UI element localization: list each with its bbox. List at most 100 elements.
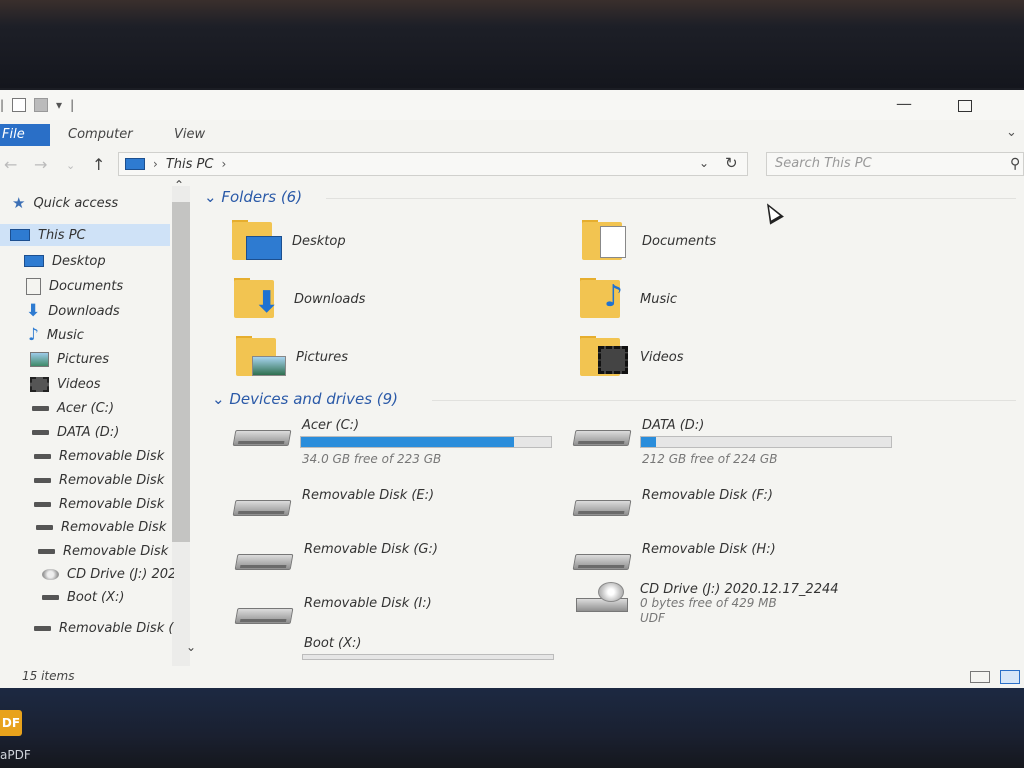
maximize-button[interactable] (958, 100, 972, 112)
downloads-icon: ⬇ (26, 301, 41, 321)
folders-group-header[interactable]: ⌄ Folders (6) (204, 188, 302, 206)
chevron-down-icon[interactable]: ⌄ (204, 188, 217, 206)
sidebar-item-label: CD Drive (J:) 202 (67, 566, 174, 582)
sidebar-item-data-d[interactable]: DATA (D:) (32, 421, 202, 443)
folder-music[interactable]: ♪ Music (580, 274, 677, 324)
refresh-icon[interactable]: ↻ (725, 154, 738, 172)
tab-computer[interactable]: Computer (68, 124, 133, 146)
removable-drive-icon (572, 500, 632, 516)
sidebar-item-label: Documents (49, 278, 124, 294)
folder-label: Videos (640, 349, 684, 365)
sidebar-item-pictures[interactable]: Pictures (30, 348, 200, 370)
expand-ribbon-icon[interactable]: ⌄ (1006, 125, 1017, 140)
breadcrumb[interactable]: This PC (166, 157, 214, 172)
recent-locations-icon[interactable]: ⌄ (66, 159, 75, 172)
folder-pictures[interactable]: Pictures (236, 332, 348, 382)
drive-data-d[interactable]: DATA (D:) 212 GB free of 224 GB (572, 416, 914, 466)
drive-icon (34, 453, 51, 459)
videos-folder-icon (580, 336, 630, 378)
address-field[interactable]: › This PC › ⌄ ↻ (118, 152, 748, 176)
ribbon: File Computer View ⌄ (0, 122, 1024, 146)
sidebar-item-removable-disk[interactable]: Removable Disk (34, 469, 174, 491)
sidebar-item-removable-disk[interactable]: Removable Disk (34, 493, 174, 515)
minimize-button[interactable]: — (896, 94, 912, 114)
customize-toolbar-icon[interactable]: ▾ (56, 98, 62, 112)
star-icon: ★ (12, 194, 26, 212)
large-icons-view-icon[interactable] (1000, 670, 1020, 684)
details-view-icon[interactable] (970, 671, 990, 683)
hard-drive-icon (232, 430, 292, 446)
up-arrow-icon[interactable]: ↑ (92, 155, 105, 174)
sidebar-item-label: DATA (D:) (57, 424, 120, 440)
address-bar: ← → ⌄ ↑ › This PC › ⌄ ↻ Search This PC (0, 150, 1024, 180)
scroll-up-icon[interactable]: ⌃ (174, 178, 184, 192)
item-count: 15 items (22, 669, 75, 683)
search-input[interactable]: Search This PC (766, 152, 1024, 176)
pictures-icon (30, 351, 49, 367)
sidebar-item-quick-access[interactable]: ★ Quick access (12, 192, 182, 214)
sidebar-item-removable-disk[interactable]: Removable Disk (36, 516, 174, 538)
back-arrow-icon[interactable]: ← (4, 155, 17, 174)
chevron-down-icon[interactable]: ⌄ (699, 156, 709, 170)
sidebar-item-this-pc[interactable]: This PC (0, 224, 170, 246)
drive-cd-j[interactable]: CD Drive (J:) 2020.12.17_2244 0 bytes fr… (572, 580, 932, 630)
folder-downloads[interactable]: ⬇ Downloads (234, 274, 365, 324)
downloads-folder-icon: ⬇ (234, 278, 284, 320)
monitor-bezel-top (0, 0, 1024, 88)
content-pane: ⌄ Folders (6) Desktop Documents ⬇ Downlo… (196, 186, 1024, 666)
cd-drive-icon (42, 568, 59, 580)
drive-removable-f[interactable]: Removable Disk (F:) (572, 486, 914, 536)
removable-drive-icon (234, 608, 294, 624)
cd-drive-icon (576, 582, 628, 612)
drive-icon (32, 405, 49, 411)
sidebar-item-acer-c[interactable]: Acer (C:) (32, 397, 202, 419)
folder-documents[interactable]: Documents (582, 216, 716, 266)
sidebar-item-videos[interactable]: Videos (30, 373, 200, 395)
folder-videos[interactable]: Videos (580, 332, 683, 382)
sidebar-item-downloads[interactable]: ⬇ Downloads (26, 300, 196, 322)
sidebar-item-label: Acer (C:) (57, 400, 115, 416)
sidebar-item-label: Removable Disk (59, 472, 165, 488)
folder-label: Music (640, 291, 677, 307)
drive-removable-e[interactable]: Removable Disk (E:) (232, 486, 564, 536)
drive-acer-c[interactable]: Acer (C:) 34.0 GB free of 223 GB (232, 416, 564, 466)
sidebar-item-label: Quick access (33, 195, 119, 211)
sidebar-item-boot-x[interactable]: Boot (X:) (42, 586, 212, 608)
sidebar-item-label: Music (46, 327, 84, 343)
search-icon[interactable]: ⚲ (1010, 156, 1020, 172)
drive-usage-bar (640, 436, 892, 448)
this-pc-icon (125, 158, 145, 170)
drive-icon (34, 501, 51, 507)
new-folder-icon[interactable] (34, 98, 49, 112)
tab-view[interactable]: View (174, 124, 205, 146)
sidebar-item-music[interactable]: ♪ Music (28, 324, 198, 346)
scroll-down-icon[interactable]: ⌄ (186, 640, 196, 654)
drive-removable-g[interactable]: Removable Disk (G:) (234, 540, 566, 590)
pdf-app-icon[interactable]: DF (0, 710, 22, 736)
folder-label: Downloads (294, 291, 366, 307)
tab-file[interactable]: File (0, 124, 50, 146)
sidebar-item-removable-disk[interactable]: Removable Disk (38, 540, 174, 562)
sidebar-item-documents[interactable]: Documents (26, 275, 196, 297)
sidebar-item-label: Boot (X:) (67, 589, 125, 605)
sidebar-item-desktop[interactable]: Desktop (24, 250, 194, 272)
properties-icon[interactable] (12, 98, 27, 112)
documents-folder-icon (582, 220, 632, 262)
chevron-right-icon[interactable]: › (153, 157, 158, 171)
drive-name: Removable Disk (H:) (642, 542, 776, 557)
sidebar-item-cd-drive[interactable]: CD Drive (J:) 202 (42, 563, 174, 585)
sidebar-item-removable-disk[interactable]: Removable Disk ( (34, 617, 184, 639)
folder-label: Documents (642, 233, 717, 249)
folder-desktop[interactable]: Desktop (232, 216, 346, 266)
desktop-folder-icon (232, 220, 282, 262)
hard-drive-icon (572, 430, 632, 446)
devices-group-header[interactable]: ⌄ Devices and drives (9) (212, 390, 398, 408)
desktop-icon (24, 255, 44, 267)
sidebar-item-removable-disk[interactable]: Removable Disk (34, 445, 174, 467)
sidebar-item-label: This PC (38, 227, 86, 243)
chevron-down-icon[interactable]: ⌄ (212, 390, 225, 408)
forward-arrow-icon[interactable]: → (34, 155, 47, 174)
sidebar-item-label: Removable Disk (63, 543, 169, 559)
chevron-right-icon[interactable]: › (221, 157, 226, 171)
drive-usage-bar (302, 654, 554, 660)
